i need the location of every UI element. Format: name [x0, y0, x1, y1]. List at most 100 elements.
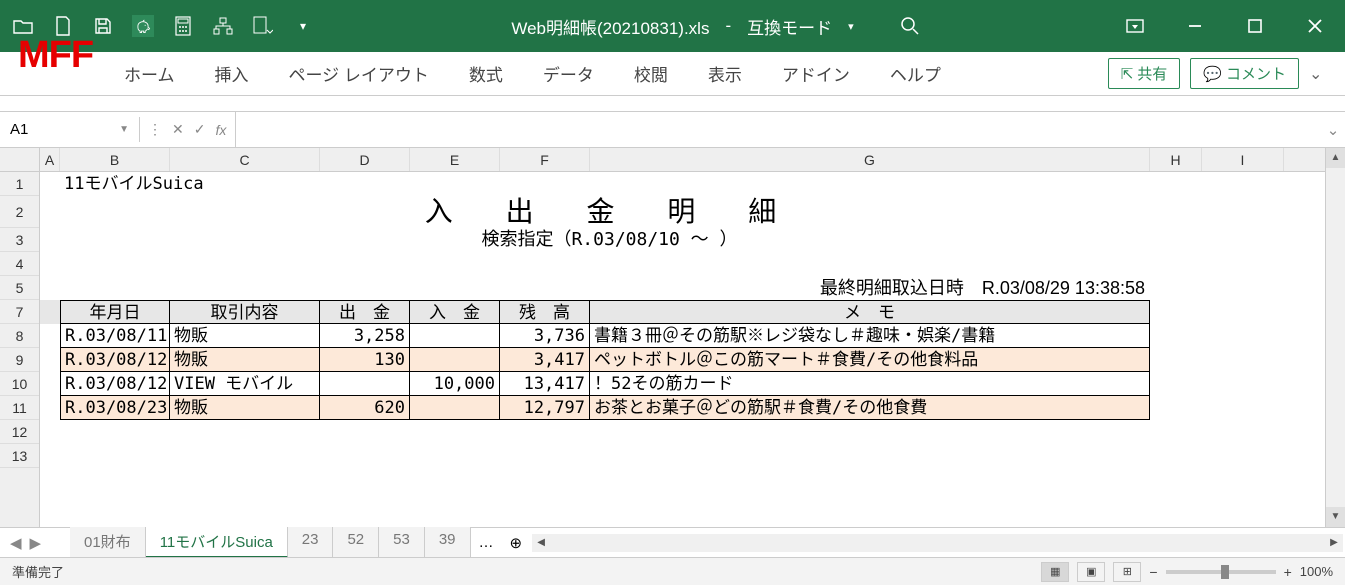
collapse-ribbon-icon[interactable]: ⌄ [1309, 64, 1337, 84]
cell-desc[interactable]: 物販 [170, 324, 320, 348]
sheet-tabs-more[interactable]: … [471, 530, 502, 555]
org-chart-icon[interactable] [212, 15, 234, 37]
view-normal-icon[interactable]: ▦ [1041, 562, 1069, 582]
name-box[interactable]: A1 ▼ [0, 117, 140, 142]
vertical-scrollbar[interactable]: ▲ ▼ [1325, 148, 1345, 527]
search-icon[interactable] [900, 16, 920, 36]
col-header[interactable]: C [170, 148, 320, 171]
cell-date[interactable]: R.03/08/12 [60, 372, 170, 396]
calc-dropdown-icon[interactable] [252, 15, 274, 37]
ribbon-display-icon[interactable] [1117, 12, 1153, 40]
tab-review[interactable]: 校閲 [618, 53, 684, 94]
horizontal-scrollbar[interactable]: ◀ ▶ [532, 534, 1343, 552]
scroll-left-icon[interactable]: ◀ [532, 537, 550, 548]
row-header[interactable]: 8 [0, 324, 39, 348]
col-header[interactable]: E [410, 148, 500, 171]
row-header[interactable]: 10 [0, 372, 39, 396]
doc-title-cell[interactable]: 入 出 金 明 細 [60, 196, 1160, 228]
cancel-formula-icon[interactable]: ✕ [172, 121, 184, 138]
view-page-layout-icon[interactable]: ▣ [1077, 562, 1105, 582]
col-header[interactable]: D [320, 148, 410, 171]
table-row[interactable]: R.03/08/12VIEW モバイル 10,00013,417！52その筋カード [40, 372, 1325, 396]
account-name-cell[interactable]: 11モバイルSuica [60, 172, 1160, 196]
name-box-dropdown-icon[interactable]: ▼ [119, 124, 129, 135]
zoom-out-button[interactable]: − [1149, 564, 1157, 580]
cell-in[interactable] [410, 348, 500, 372]
table-row[interactable]: R.03/08/23物販62012,797お茶とお菓子＠どの筋駅＃食費/その他食… [40, 396, 1325, 420]
cell-out[interactable]: 3,258 [320, 324, 410, 348]
cell-bal[interactable]: 3,417 [500, 348, 590, 372]
th-date[interactable]: 年月日 [60, 300, 170, 324]
sheet-tab[interactable]: 39 [425, 527, 471, 558]
th-in[interactable]: 入 金 [410, 300, 500, 324]
fx-button[interactable]: fx [215, 122, 226, 138]
sheet-tab[interactable]: 23 [288, 527, 334, 558]
th-memo[interactable]: メ モ [590, 300, 1150, 324]
cell-date[interactable]: R.03/08/11 [60, 324, 170, 348]
sheet-tab[interactable]: 11モバイルSuica [146, 527, 288, 558]
row-header[interactable]: 13 [0, 444, 39, 468]
cell-date[interactable]: R.03/08/23 [60, 396, 170, 420]
th-bal[interactable]: 残 高 [500, 300, 590, 324]
sheet-nav-prev-icon[interactable]: ◀ [10, 534, 22, 552]
maximize-button[interactable] [1237, 12, 1273, 40]
sheet-tab[interactable]: 01財布 [70, 527, 146, 558]
tab-insert[interactable]: 挿入 [199, 53, 265, 94]
scroll-down-icon[interactable]: ▼ [1326, 507, 1345, 527]
tab-data[interactable]: データ [527, 53, 610, 94]
calculator-icon[interactable] [172, 15, 194, 37]
zoom-slider[interactable] [1166, 570, 1276, 574]
search-range-cell[interactable]: 検索指定（R.03/08/10 ～ ） [60, 228, 1160, 252]
save-icon[interactable] [92, 15, 114, 37]
tab-view[interactable]: 表示 [692, 53, 758, 94]
tab-home[interactable]: ホーム [108, 53, 191, 94]
compat-dropdown-icon[interactable]: ▾ [848, 20, 854, 33]
compat-mode-label[interactable]: 互換モード [747, 14, 832, 39]
th-out[interactable]: 出 金 [320, 300, 410, 324]
cell-in[interactable]: 10,000 [410, 372, 500, 396]
cell-in[interactable] [410, 396, 500, 420]
cell-date[interactable]: R.03/08/12 [60, 348, 170, 372]
col-header[interactable]: I [1202, 148, 1284, 171]
qat-overflow-icon[interactable]: ▾ [292, 15, 314, 37]
cell-desc[interactable]: 物販 [170, 396, 320, 420]
comment-button[interactable]: 💬コメント [1190, 58, 1299, 89]
zoom-in-button[interactable]: + [1284, 564, 1292, 580]
cell-bal[interactable]: 13,417 [500, 372, 590, 396]
tab-addins[interactable]: アドイン [766, 53, 866, 94]
share-button[interactable]: ⇱共有 [1108, 58, 1181, 89]
cell-in[interactable] [410, 324, 500, 348]
cell-memo[interactable]: 書籍３冊＠その筋駅※レジ袋なし＃趣味・娯楽/書籍 [590, 324, 1150, 348]
cell-memo[interactable]: ペットボトル＠この筋マート＃食費/その他食料品 [590, 348, 1150, 372]
formula-expand-icon[interactable]: ⌄ [1321, 121, 1345, 139]
row-header[interactable]: 11 [0, 396, 39, 420]
minimize-button[interactable] [1177, 12, 1213, 40]
scroll-up-icon[interactable]: ▲ [1326, 148, 1345, 168]
row-header[interactable]: 2 [0, 196, 39, 228]
row-header[interactable]: 7 [0, 300, 39, 324]
row-header[interactable]: 3 [0, 228, 39, 252]
row-header[interactable]: 12 [0, 420, 39, 444]
row-header[interactable]: 4 [0, 252, 39, 276]
cell-desc[interactable]: VIEW モバイル [170, 372, 320, 396]
sheet-nav-next-icon[interactable]: ▶ [30, 534, 42, 552]
enter-formula-icon[interactable]: ✓ [194, 121, 206, 138]
scroll-right-icon[interactable]: ▶ [1325, 537, 1343, 548]
cell-memo[interactable]: ！52その筋カード [590, 372, 1150, 396]
row-header[interactable]: 5 [0, 276, 39, 300]
row-header[interactable]: 9 [0, 348, 39, 372]
th-desc[interactable]: 取引内容 [170, 300, 320, 324]
grid-rows[interactable]: 11モバイルSuica 入 出 金 明 細 検索指定（R.03/08/10 ～ … [40, 172, 1325, 468]
tab-help[interactable]: ヘルプ [874, 53, 957, 94]
col-header[interactable]: H [1150, 148, 1202, 171]
tab-page-layout[interactable]: ページ レイアウト [273, 53, 445, 94]
select-all-corner[interactable] [0, 148, 39, 172]
view-page-break-icon[interactable]: ⊞ [1113, 562, 1141, 582]
sheet-tab[interactable]: 53 [379, 527, 425, 558]
cell-desc[interactable]: 物販 [170, 348, 320, 372]
col-header[interactable]: A [40, 148, 60, 171]
zoom-level[interactable]: 100% [1300, 564, 1333, 579]
table-row[interactable]: R.03/08/12物販1303,417ペットボトル＠この筋マート＃食費/その他… [40, 348, 1325, 372]
col-header[interactable]: F [500, 148, 590, 171]
table-row[interactable]: R.03/08/11物販3,2583,736書籍３冊＠その筋駅※レジ袋なし＃趣味… [40, 324, 1325, 348]
